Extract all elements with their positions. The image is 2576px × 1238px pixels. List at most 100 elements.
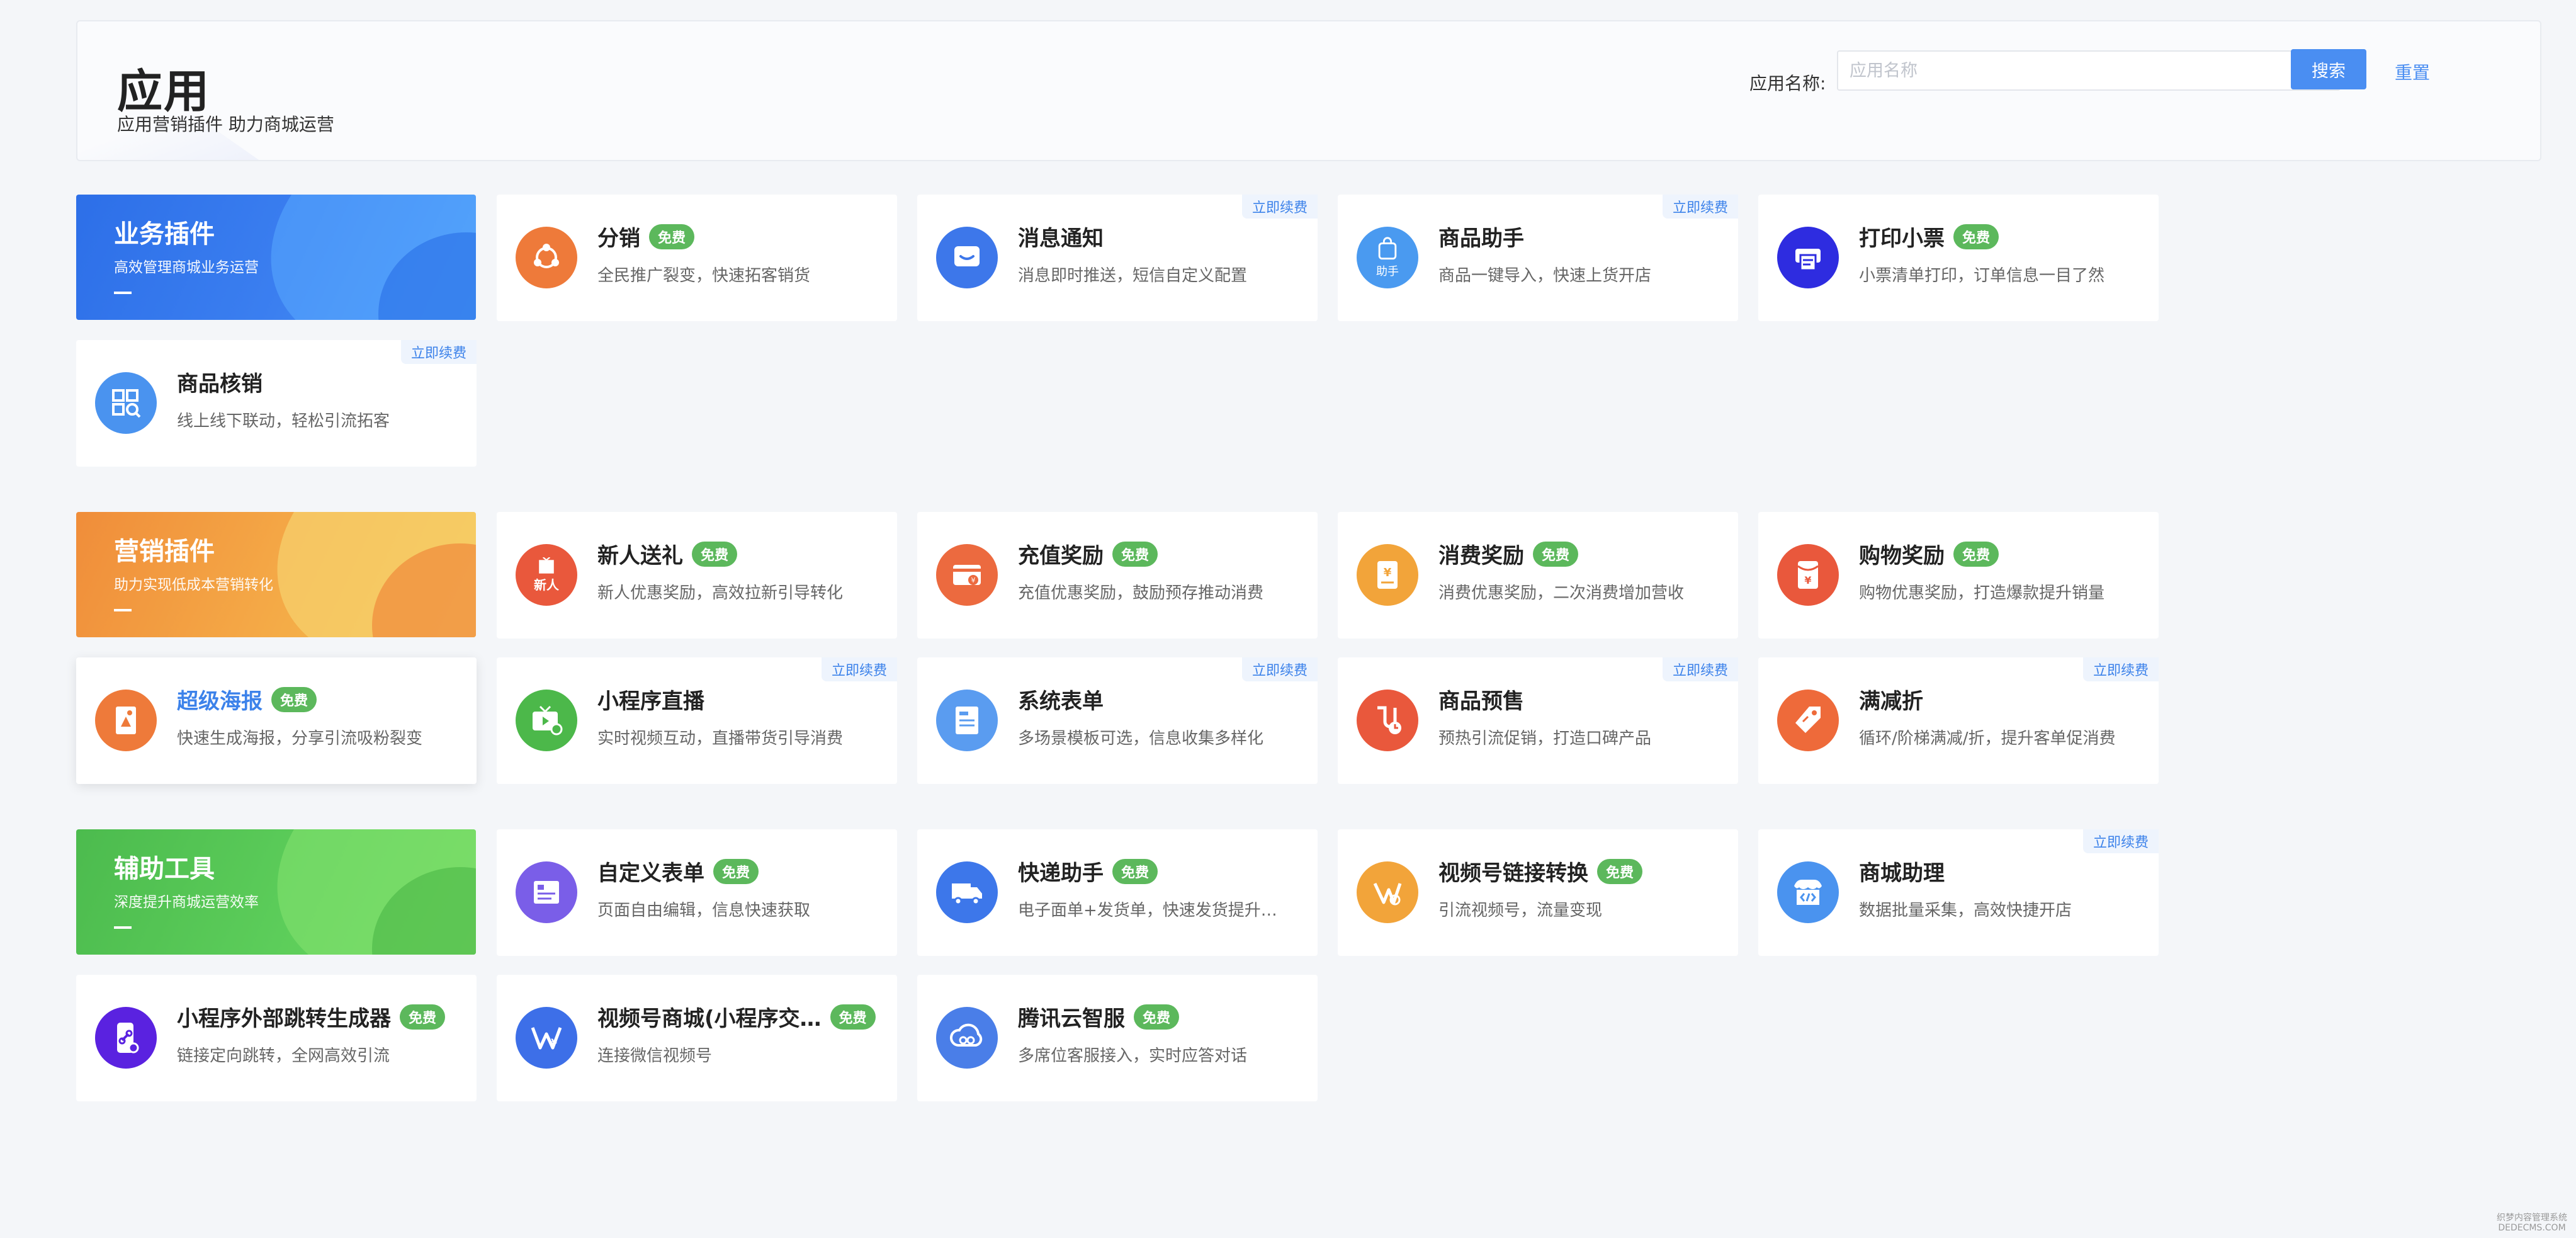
plugin-name: 快递助手	[1018, 861, 1104, 886]
svg-text:¥: ¥	[551, 1038, 557, 1048]
watermark-line: DEDECMS.COM	[2498, 1223, 2566, 1233]
category-subtitle: 深度提升商城运营效率	[114, 894, 259, 911]
plugin-card-presale[interactable]: 立即续费 商品预售 预热引流促销，打造口碑产品	[1338, 657, 1738, 784]
plugin-name: 腾讯云智服	[1018, 1006, 1125, 1031]
category-divider	[114, 609, 132, 611]
shopping-bag-icon: 助手	[1357, 227, 1418, 288]
search-button[interactable]: 搜索	[2291, 49, 2366, 89]
free-badge: 免费	[830, 1004, 876, 1030]
renew-button[interactable]: 立即续费	[1662, 195, 1738, 219]
svg-text:¥: ¥	[1804, 574, 1811, 586]
renew-button[interactable]: 立即续费	[821, 657, 897, 681]
plugin-card-tencent-cloud-service[interactable]: 腾讯云智服 免费 多席位客服接入，实时应答对话	[917, 975, 1318, 1101]
free-badge: 免费	[1953, 541, 1999, 567]
plugin-description: 充值优惠奖励，鼓励预存推动消费	[1018, 584, 1264, 603]
plugin-card-express-assistant[interactable]: 快递助手 免费 电子面单+发货单，快速发货提升…	[917, 829, 1318, 956]
store-code-icon	[1777, 861, 1839, 923]
plugin-description: 数据批量采集，高效快捷开店	[1859, 901, 2072, 920]
renew-button[interactable]: 立即续费	[2082, 829, 2159, 853]
category-banner-business: 业务插件 高效管理商城业务运营	[76, 195, 476, 320]
red-envelope-icon: ¥	[1777, 544, 1839, 606]
plugin-card-shopping-reward[interactable]: ¥ 购物奖励 免费 购物优惠奖励，打造爆款提升销量	[1758, 512, 2159, 639]
plugin-description: 连接微信视频号	[597, 1047, 713, 1065]
share-network-icon	[516, 227, 577, 288]
message-icon	[936, 227, 998, 288]
plugin-description: 循环/阶梯满减/折，提升客单促消费	[1859, 729, 2116, 748]
plugin-card-newcomer-gift[interactable]: 新人 新人送礼 免费 新人优惠奖励，高效拉新引导转化	[497, 512, 897, 639]
free-badge: 免费	[1533, 541, 1579, 567]
plugin-card-product-assistant[interactable]: 立即续费 助手 商品助手 商品一键导入，快速上货开店	[1338, 195, 1738, 321]
plugin-name: 商品预售	[1438, 689, 1524, 714]
plugin-card-message-notify[interactable]: 立即续费 消息通知 消息即时推送，短信自定义配置	[917, 195, 1318, 321]
free-badge: 免费	[1112, 858, 1158, 884]
plugin-description: 全民推广裂变，快速拓客销货	[597, 266, 811, 285]
plugin-name: 小程序外部跳转生成器	[177, 1006, 391, 1031]
plugin-description: 页面自由编辑，信息快速获取	[597, 901, 811, 920]
plugin-description: 实时视频互动，直播带货引导消费	[597, 729, 844, 748]
plugin-name: 视频号链接转换	[1438, 861, 1588, 886]
category-title: 辅助工具	[114, 855, 215, 883]
free-badge: 免费	[400, 1004, 446, 1030]
renew-button[interactable]: 立即续费	[400, 340, 477, 364]
plugin-description: 购物优惠奖励，打造爆款提升销量	[1859, 584, 2105, 603]
plugin-name: 自定义表单	[597, 861, 704, 886]
plugin-card-consume-reward[interactable]: ¥ 消费奖励 免费 消费优惠奖励，二次消费增加营收	[1338, 512, 1738, 639]
plugin-name: 商品助手	[1438, 226, 1524, 251]
plugin-description: 线上线下联动，轻松引流拓客	[177, 412, 390, 431]
page-subtitle: 应用营销插件 助力商城运营	[117, 114, 334, 135]
plugin-card-mini-jump-generator[interactable]: 小程序外部跳转生成器 免费 链接定向跳转，全网高效引流	[76, 975, 477, 1101]
coupon-icon: ¥	[1357, 544, 1418, 606]
plugin-card-custom-form[interactable]: 自定义表单 免费 页面自由编辑，信息快速获取	[497, 829, 897, 956]
category-banner-marketing: 营销插件 助力实现低成本营销转化	[76, 512, 476, 637]
category-banner-tools: 辅助工具 深度提升商城运营效率	[76, 829, 476, 955]
plugin-card-video-link-convert[interactable]: 视频号链接转换 免费 引流视频号，流量变现	[1338, 829, 1738, 956]
plugin-description: 消费优惠奖励，二次消费增加营收	[1438, 584, 1685, 603]
plugin-description: 多席位客服接入，实时应答对话	[1018, 1047, 1248, 1065]
plugin-name: 满减折	[1859, 689, 1923, 714]
plugin-card-mini-live[interactable]: 立即续费 小程序直播 实时视频互动，直播带货引导消费	[497, 657, 897, 784]
category-divider	[114, 926, 132, 929]
plugin-card-print-receipt[interactable]: 打印小票 免费 小票清单打印，订单信息一目了然	[1758, 195, 2159, 321]
plugin-description: 电子面单+发货单，快速发货提升…	[1018, 901, 1277, 920]
presale-clock-icon	[1357, 690, 1418, 751]
renew-button[interactable]: 立即续费	[1241, 657, 1318, 681]
plugin-name: 打印小票	[1859, 226, 1945, 251]
plugin-description: 预热引流促销，打造口碑产品	[1438, 729, 1652, 748]
plugin-card-video-shop[interactable]: ¥ 视频号商城(小程序交… 免费 连接微信视频号	[497, 975, 897, 1101]
plugin-name: 视频号商城(小程序交…	[597, 1006, 822, 1031]
plugin-card-recharge-reward[interactable]: ¥ 充值奖励 免费 充值优惠奖励，鼓励预存推动消费	[917, 512, 1318, 639]
free-badge: 免费	[1112, 541, 1158, 567]
qr-scan-icon	[95, 372, 157, 434]
renew-button[interactable]: 立即续费	[1241, 195, 1318, 219]
free-badge: 免费	[1953, 224, 1999, 249]
form-icon	[936, 690, 998, 751]
svg-text:¥: ¥	[1384, 566, 1392, 579]
plugin-description: 新人优惠奖励，高效拉新引导转化	[597, 584, 844, 603]
category-title: 业务插件	[114, 220, 215, 249]
plugin-card-discount[interactable]: 立即续费 满减折 循环/阶梯满减/折，提升客单促消费	[1758, 657, 2159, 784]
icon-label: 新人	[534, 577, 559, 593]
category-subtitle: 高效管理商城业务运营	[114, 259, 259, 276]
renew-button[interactable]: 立即续费	[1662, 657, 1738, 681]
plugin-card-super-poster[interactable]: 超级海报 免费 快速生成海报，分享引流吸粉裂变	[76, 657, 477, 784]
price-tag-icon	[1777, 690, 1839, 751]
svg-text:¥: ¥	[971, 576, 976, 584]
free-badge: 免费	[1597, 858, 1643, 884]
plugin-name: 系统表单	[1018, 689, 1104, 714]
cloud-service-icon	[936, 1007, 998, 1069]
plugin-card-mall-assistant[interactable]: 立即续费 商城助理 数据批量采集，高效快捷开店	[1758, 829, 2159, 956]
plugin-description: 多场景模板可选，信息收集多样化	[1018, 729, 1264, 748]
plugin-card-product-verify[interactable]: 立即续费 商品核销 线上线下联动，轻松引流拓客	[76, 340, 477, 467]
search-input[interactable]	[1837, 50, 2341, 91]
plugin-card-distribution[interactable]: 分销 免费 全民推广裂变，快速拓客销货	[497, 195, 897, 321]
plugin-name: 小程序直播	[597, 689, 704, 714]
plugin-name: 商品核销	[177, 372, 263, 397]
plugin-name: 商城助理	[1859, 861, 1945, 886]
plugin-name: 充值奖励	[1018, 543, 1104, 569]
reset-button[interactable]: 重置	[2395, 59, 2430, 84]
renew-button[interactable]: 立即续费	[2082, 657, 2159, 681]
phone-link-icon	[95, 1007, 157, 1069]
delivery-truck-icon	[936, 861, 998, 923]
plugin-card-system-form[interactable]: 立即续费 系统表单 多场景模板可选，信息收集多样化	[917, 657, 1318, 784]
plugin-description: 消息即时推送，短信自定义配置	[1018, 266, 1248, 285]
